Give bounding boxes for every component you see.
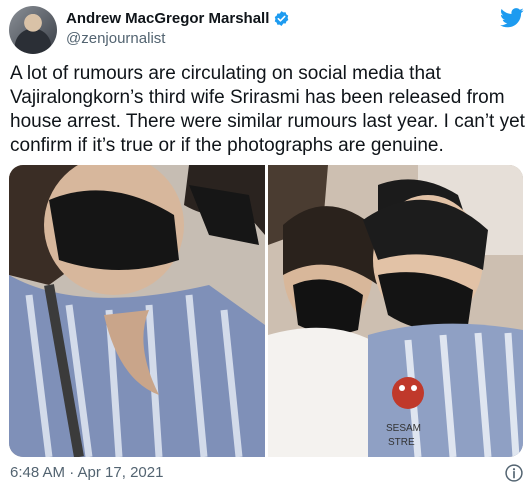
sweatshirt-text-2: STRE (388, 437, 415, 448)
tweet-media-grid[interactable]: SESAM STRE (9, 165, 523, 457)
twitter-bird-icon[interactable] (500, 8, 524, 28)
sweatshirt-text-1: SESAM (386, 423, 421, 434)
author-name-row: Andrew MacGregor Marshall (66, 10, 290, 27)
tweet-text: A lot of rumours are circulating on soci… (10, 63, 525, 156)
tweet-timestamp[interactable]: 6:48 AM · Apr 17, 2021 (10, 464, 163, 481)
photo-1-illustration (9, 165, 265, 457)
photo-2-illustration: SESAM STRE (268, 165, 523, 457)
photo-2[interactable]: SESAM STRE (268, 165, 523, 457)
avatar[interactable] (9, 6, 57, 54)
tweet-card: Andrew MacGregor Marshall @zenjournalist… (0, 0, 532, 495)
photo-1[interactable] (9, 165, 265, 457)
author-handle[interactable]: @zenjournalist (66, 30, 165, 47)
author-display-name[interactable]: Andrew MacGregor Marshall (66, 10, 269, 27)
verified-badge-icon (275, 11, 289, 26)
info-icon[interactable] (504, 463, 524, 483)
